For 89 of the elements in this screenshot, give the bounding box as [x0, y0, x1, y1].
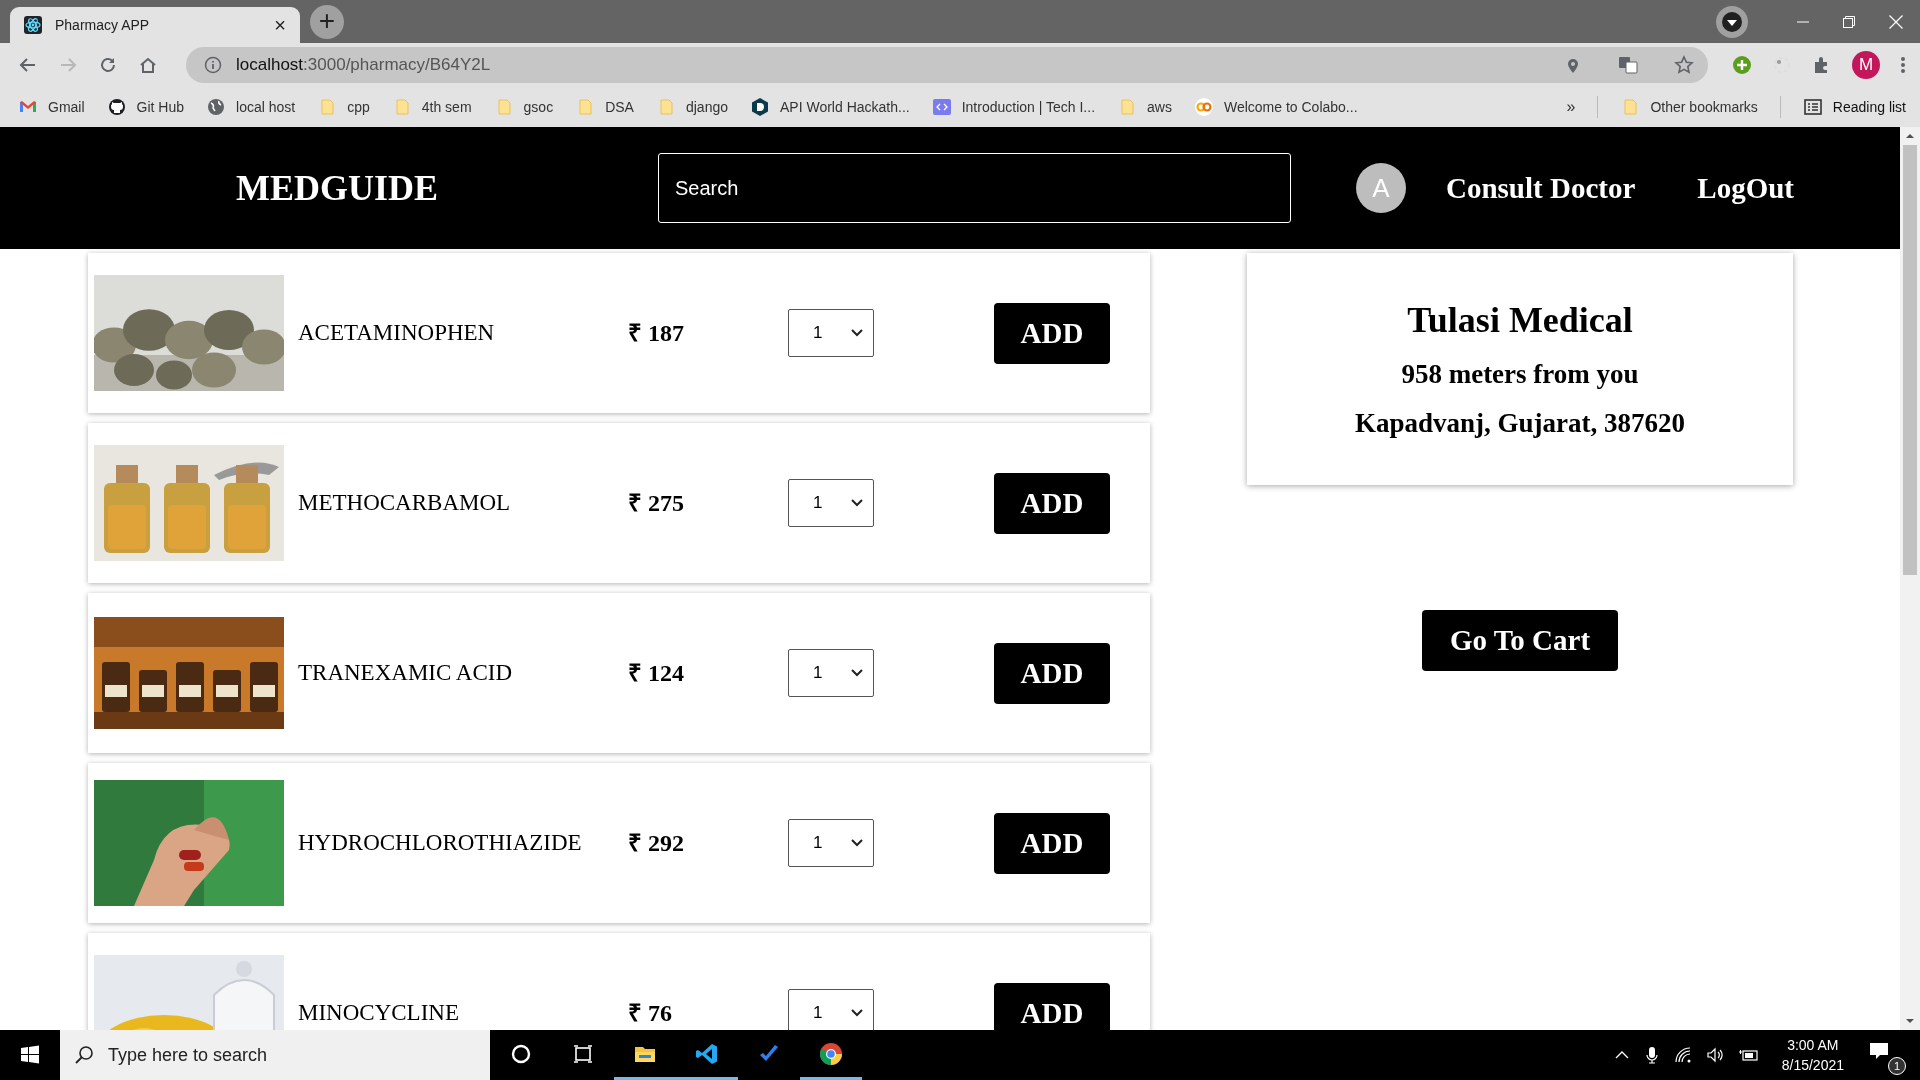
- bookmark[interactable]: local host: [206, 97, 296, 117]
- bookmark[interactable]: aws: [1117, 97, 1172, 117]
- search-icon: [74, 1045, 94, 1065]
- product-name: HYDROCHLOROTHIAZIDE: [298, 829, 583, 857]
- go-to-cart-button[interactable]: Go To Cart: [1422, 610, 1618, 671]
- quantity-dropdown[interactable]: 1: [788, 479, 874, 527]
- new-tab-button[interactable]: +: [310, 5, 344, 39]
- product-price: ₹ 76: [628, 999, 673, 1028]
- minimize-icon: [1797, 20, 1809, 23]
- tab-search-icon: [1716, 5, 1748, 38]
- product-name: MINOCYCLINE: [298, 999, 460, 1027]
- product-name: ACETAMINOPHEN: [298, 319, 496, 347]
- tab-title: Pharmacy APP: [55, 17, 151, 33]
- scrollbar-thumb[interactable]: [1903, 145, 1917, 575]
- bookmark[interactable]: Gmail: [18, 97, 85, 117]
- more-bookmarks-button[interactable]: »: [1566, 98, 1576, 116]
- bookmark[interactable]: DSA: [575, 97, 634, 117]
- bookmark[interactable]: 4th sem: [391, 97, 472, 117]
- bookmark[interactable]: Introduction | Tech I...: [931, 97, 1096, 117]
- clock-date: 8/15/2021: [1781, 1056, 1844, 1075]
- notification-button[interactable]: 1: [1868, 1035, 1906, 1075]
- store-address: Kapadvanj, Gujarat, 387620: [1355, 408, 1685, 439]
- chevron-down-icon: [851, 499, 863, 507]
- product-name: METHOCARBAMOL: [298, 489, 512, 517]
- plus-icon: [1732, 55, 1752, 75]
- message-icon: [1868, 1041, 1890, 1061]
- bookmark[interactable]: cpp: [317, 97, 370, 117]
- volume-icon: [1705, 1046, 1724, 1064]
- close-icon[interactable]: ×: [274, 15, 286, 35]
- hexagon-icon: [750, 97, 770, 117]
- chevron-down-icon: [851, 329, 863, 337]
- quantity-dropdown[interactable]: 1: [788, 309, 874, 357]
- store-name: Tulasi Medical: [1407, 299, 1633, 341]
- star-icon: [1674, 55, 1694, 75]
- logo[interactable]: MEDGUIDE: [236, 167, 658, 209]
- translate-icon: [1618, 55, 1638, 75]
- bookmark[interactable]: django: [655, 97, 728, 117]
- product-price: ₹ 187: [628, 319, 685, 348]
- close-icon: [1889, 14, 1903, 29]
- react-icon: [24, 16, 42, 34]
- taskbar-search-field[interactable]: Type here to search: [60, 1030, 490, 1080]
- globe-icon: [206, 97, 227, 117]
- chevron-down-icon: [851, 1009, 863, 1017]
- extension-icon: [1772, 55, 1792, 75]
- list-icon: [1802, 97, 1823, 117]
- windows-icon: [20, 1045, 40, 1065]
- menu-icon: [1900, 55, 1906, 75]
- product-price: ₹ 292: [628, 829, 685, 858]
- info-icon: [204, 56, 222, 74]
- browser-icon: [819, 1041, 843, 1066]
- url-text: localhost:3000/pharmacy/B64Y2L: [236, 55, 491, 75]
- home-icon: [138, 55, 158, 75]
- product-price: ₹ 275: [628, 489, 685, 518]
- product-price: ₹ 124: [628, 659, 685, 688]
- notification-count: 1: [1888, 1057, 1906, 1075]
- bookmark[interactable]: Other bookmarks: [1620, 97, 1758, 117]
- store-distance: 958 meters from you: [1401, 359, 1639, 390]
- address-bar[interactable]: localhost:3000/pharmacy/B64Y2L: [186, 47, 1708, 83]
- microphone-icon: [1643, 1046, 1660, 1064]
- code-icon: [931, 97, 952, 117]
- battery-icon: [1737, 1047, 1758, 1063]
- bookmark[interactable]: Git Hub: [106, 97, 185, 117]
- chevron-down-icon: [851, 839, 863, 847]
- browser-tab[interactable]: Pharmacy APP ×: [10, 7, 300, 43]
- add-button[interactable]: ADD: [994, 642, 1110, 704]
- bookmark[interactable]: Welcome to Colabo...: [1193, 97, 1358, 117]
- reload-icon: [98, 55, 118, 75]
- cat-icon: [106, 97, 127, 117]
- add-button[interactable]: ADD: [994, 982, 1110, 1030]
- add-button[interactable]: ADD: [994, 812, 1110, 874]
- quantity-dropdown[interactable]: 1: [788, 819, 874, 867]
- clock-time: 3:00 AM: [1787, 1036, 1839, 1055]
- reading-list-button[interactable]: Reading list: [1802, 97, 1906, 117]
- search-field[interactable]: Search: [658, 153, 1291, 223]
- nav-link[interactable]: Consult Doctor: [1446, 171, 1636, 205]
- chevron-down-icon: [851, 669, 863, 677]
- quantity-dropdown[interactable]: 1: [788, 649, 874, 697]
- code-editor-icon: [695, 1041, 719, 1066]
- wifi-icon: [1673, 1046, 1692, 1064]
- restore-icon: [1843, 15, 1855, 28]
- add-button[interactable]: ADD: [994, 472, 1110, 534]
- add-button[interactable]: ADD: [994, 302, 1110, 364]
- rings-icon: [1193, 97, 1214, 117]
- profile-avatar[interactable]: M: [1852, 51, 1880, 79]
- bookmark[interactable]: gsoc: [493, 97, 554, 117]
- bookmark[interactable]: API World Hackath...: [750, 97, 910, 117]
- product-name: TRANEXAMIC ACID: [298, 659, 514, 687]
- nav-link[interactable]: LogOut: [1697, 171, 1794, 205]
- scrollbar[interactable]: [1900, 127, 1920, 1030]
